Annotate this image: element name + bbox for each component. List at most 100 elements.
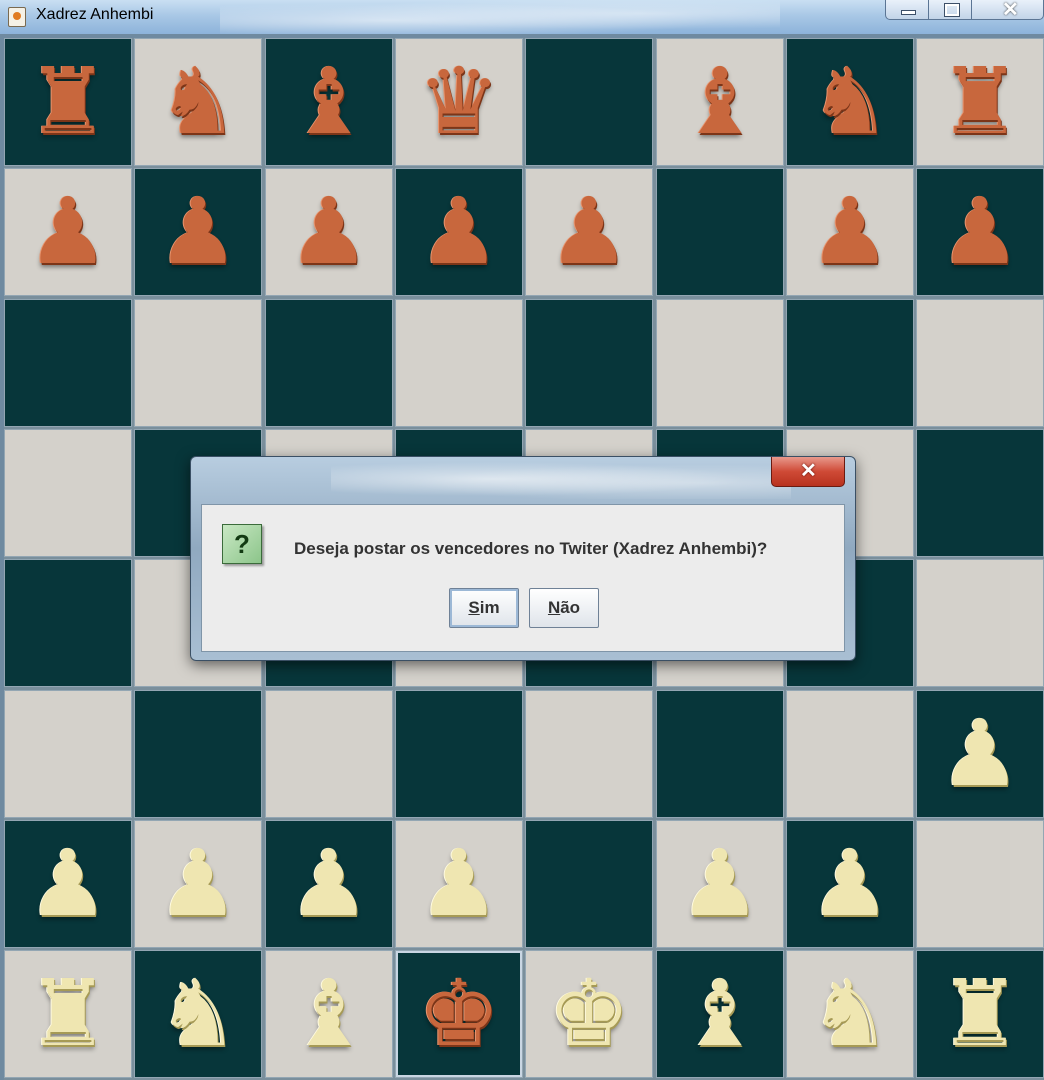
square-b8[interactable]: ♞ (134, 38, 262, 166)
black-bishop-piece[interactable]: ♝ (679, 56, 761, 148)
square-a7[interactable]: ♟ (4, 168, 132, 296)
square-f3[interactable] (656, 690, 784, 818)
square-b3[interactable] (134, 690, 262, 818)
square-g8[interactable]: ♞ (786, 38, 914, 166)
white-rook-piece[interactable]: ♜ (939, 968, 1021, 1060)
yes-label-rest: im (479, 598, 500, 617)
square-d6[interactable] (395, 299, 523, 427)
black-rook-piece[interactable]: ♜ (27, 56, 109, 148)
black-bishop-piece[interactable]: ♝ (288, 56, 370, 148)
square-e3[interactable] (525, 690, 653, 818)
square-e6[interactable] (525, 299, 653, 427)
black-pawn-piece[interactable]: ♟ (809, 186, 891, 278)
square-a8[interactable]: ♜ (4, 38, 132, 166)
black-pawn-piece[interactable]: ♟ (27, 186, 109, 278)
white-pawn-piece[interactable]: ♟ (939, 708, 1021, 800)
square-h6[interactable] (916, 299, 1044, 427)
black-knight-piece[interactable]: ♞ (809, 56, 891, 148)
white-pawn-piece[interactable]: ♟ (157, 838, 239, 930)
square-b6[interactable] (134, 299, 262, 427)
square-f1[interactable]: ♝ (656, 950, 784, 1078)
square-g7[interactable]: ♟ (786, 168, 914, 296)
square-c2[interactable]: ♟ (265, 820, 393, 948)
square-a5[interactable] (4, 429, 132, 557)
close-icon: ✕ (800, 460, 817, 482)
square-c8[interactable]: ♝ (265, 38, 393, 166)
square-b2[interactable]: ♟ (134, 820, 262, 948)
square-d3[interactable] (395, 690, 523, 818)
dialog-close-button[interactable]: ✕ (771, 457, 845, 487)
white-knight-piece[interactable]: ♞ (157, 968, 239, 1060)
white-pawn-piece[interactable]: ♟ (288, 838, 370, 930)
black-pawn-piece[interactable]: ♟ (418, 186, 500, 278)
black-rook-piece[interactable]: ♜ (939, 56, 1021, 148)
minimize-button[interactable] (885, 0, 929, 20)
white-bishop-piece[interactable]: ♝ (679, 968, 761, 1060)
java-app-icon (8, 7, 26, 27)
maximize-button[interactable] (928, 0, 972, 20)
black-pawn-piece[interactable]: ♟ (939, 186, 1021, 278)
dialog-message: Deseja postar os vencedores no Twiter (X… (294, 539, 768, 558)
square-c6[interactable] (265, 299, 393, 427)
square-g1[interactable]: ♞ (786, 950, 914, 1078)
confirm-dialog: ✕ ? Deseja postar os vencedores no Twite… (190, 456, 856, 661)
square-h2[interactable] (916, 820, 1044, 948)
square-h8[interactable]: ♜ (916, 38, 1044, 166)
close-icon: ✕ (1002, 0, 1019, 21)
yes-button[interactable]: Sim (449, 588, 519, 628)
square-b1[interactable]: ♞ (134, 950, 262, 1078)
white-king-piece[interactable]: ♚ (548, 968, 630, 1060)
square-f2[interactable]: ♟ (656, 820, 784, 948)
square-g3[interactable] (786, 690, 914, 818)
square-a4[interactable] (4, 559, 132, 687)
square-d2[interactable]: ♟ (395, 820, 523, 948)
square-f6[interactable] (656, 299, 784, 427)
square-f7[interactable] (656, 168, 784, 296)
square-b7[interactable]: ♟ (134, 168, 262, 296)
black-pawn-piece[interactable]: ♟ (548, 186, 630, 278)
square-g6[interactable] (786, 299, 914, 427)
white-pawn-piece[interactable]: ♟ (809, 838, 891, 930)
dialog-body: ? Deseja postar os vencedores no Twiter … (201, 504, 845, 652)
square-c3[interactable] (265, 690, 393, 818)
white-rook-piece[interactable]: ♜ (27, 968, 109, 1060)
square-d7[interactable]: ♟ (395, 168, 523, 296)
white-pawn-piece[interactable]: ♟ (27, 838, 109, 930)
white-pawn-piece[interactable]: ♟ (418, 838, 500, 930)
black-queen-piece[interactable]: ♛ (418, 56, 500, 148)
square-e8[interactable] (525, 38, 653, 166)
square-h1[interactable]: ♜ (916, 950, 1044, 1078)
square-a2[interactable]: ♟ (4, 820, 132, 948)
black-pawn-piece[interactable]: ♟ (157, 186, 239, 278)
square-h3[interactable]: ♟ (916, 690, 1044, 818)
square-c1[interactable]: ♝ (265, 950, 393, 1078)
window-title-bar[interactable]: Xadrez Anhembi ✕ (0, 0, 1044, 34)
square-h5[interactable] (916, 429, 1044, 557)
no-mnemonic: N (547, 598, 561, 617)
square-e2[interactable] (525, 820, 653, 948)
yes-mnemonic: S (468, 598, 480, 617)
square-e1[interactable]: ♚ (525, 950, 653, 1078)
square-g2[interactable]: ♟ (786, 820, 914, 948)
square-a6[interactable] (4, 299, 132, 427)
question-icon: ? (222, 524, 262, 564)
white-knight-piece[interactable]: ♞ (809, 968, 891, 1060)
square-h4[interactable] (916, 559, 1044, 687)
square-e7[interactable]: ♟ (525, 168, 653, 296)
square-h7[interactable]: ♟ (916, 168, 1044, 296)
square-f8[interactable]: ♝ (656, 38, 784, 166)
square-a1[interactable]: ♜ (4, 950, 132, 1078)
black-knight-piece[interactable]: ♞ (157, 56, 239, 148)
square-d1[interactable]: ♚ (395, 950, 523, 1078)
black-pawn-piece[interactable]: ♟ (288, 186, 370, 278)
square-c7[interactable]: ♟ (265, 168, 393, 296)
no-label-rest: ão (560, 598, 581, 617)
no-button[interactable]: Não (529, 588, 599, 628)
square-d8[interactable]: ♛ (395, 38, 523, 166)
close-button[interactable]: ✕ (971, 0, 1044, 21)
white-bishop-piece[interactable]: ♝ (288, 968, 370, 1060)
black-king-piece[interactable]: ♚ (418, 968, 500, 1060)
square-a3[interactable] (4, 690, 132, 818)
white-pawn-piece[interactable]: ♟ (679, 838, 761, 930)
window-title: Xadrez Anhembi (36, 6, 154, 23)
